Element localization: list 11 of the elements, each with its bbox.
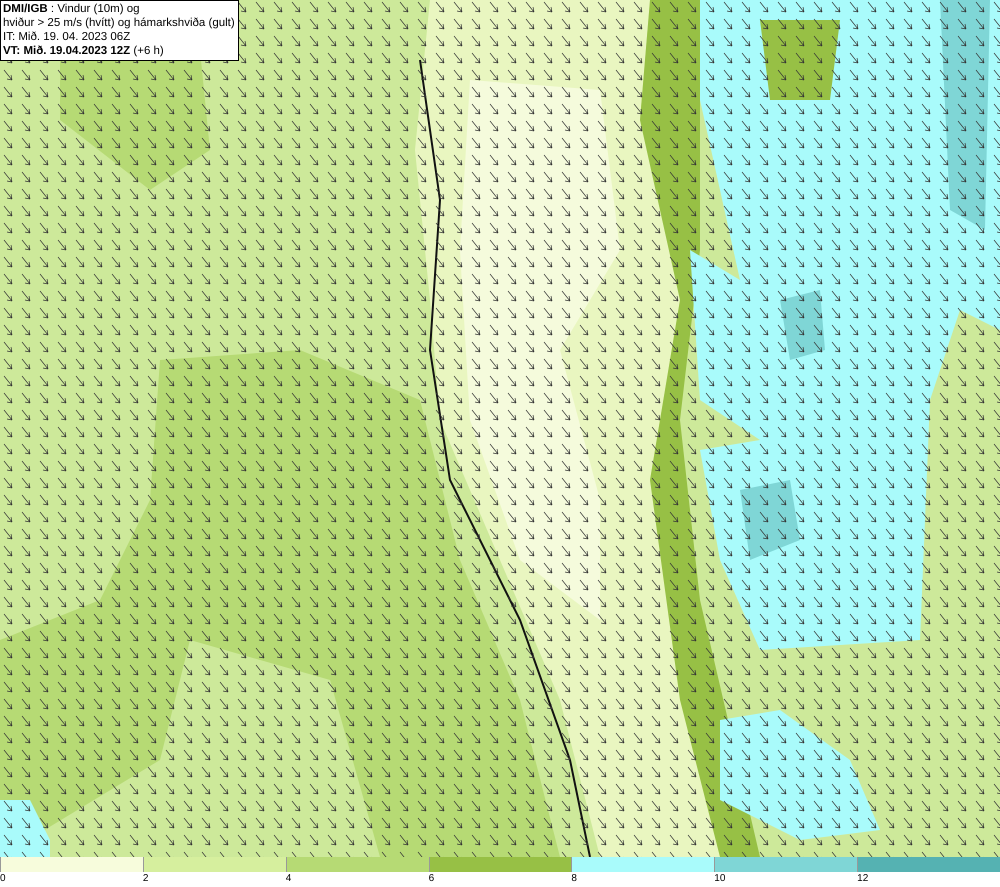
title-line: IT: Mið. 19. 04. 2023 06Z xyxy=(3,30,132,44)
title-line: VT: Mið. 19.04.2023 12Z (+6 h) xyxy=(3,44,165,58)
title-line: hviður > 25 m/s (hvítt) og hámarkshviða (gult) xyxy=(3,16,235,30)
legend-tick-label: 6 xyxy=(428,872,434,886)
legend-tick-label: 10 xyxy=(714,872,726,886)
legend-tick-label: 2 xyxy=(142,872,148,886)
legend-tick-label: 0 xyxy=(0,872,6,886)
legend-tick-label: 4 xyxy=(286,872,292,886)
legend-tick-label: 12 xyxy=(857,872,868,886)
title-line: DMI/IGB : Vindur (10m) og xyxy=(3,2,141,16)
legend-tick-label: 8 xyxy=(571,872,577,886)
